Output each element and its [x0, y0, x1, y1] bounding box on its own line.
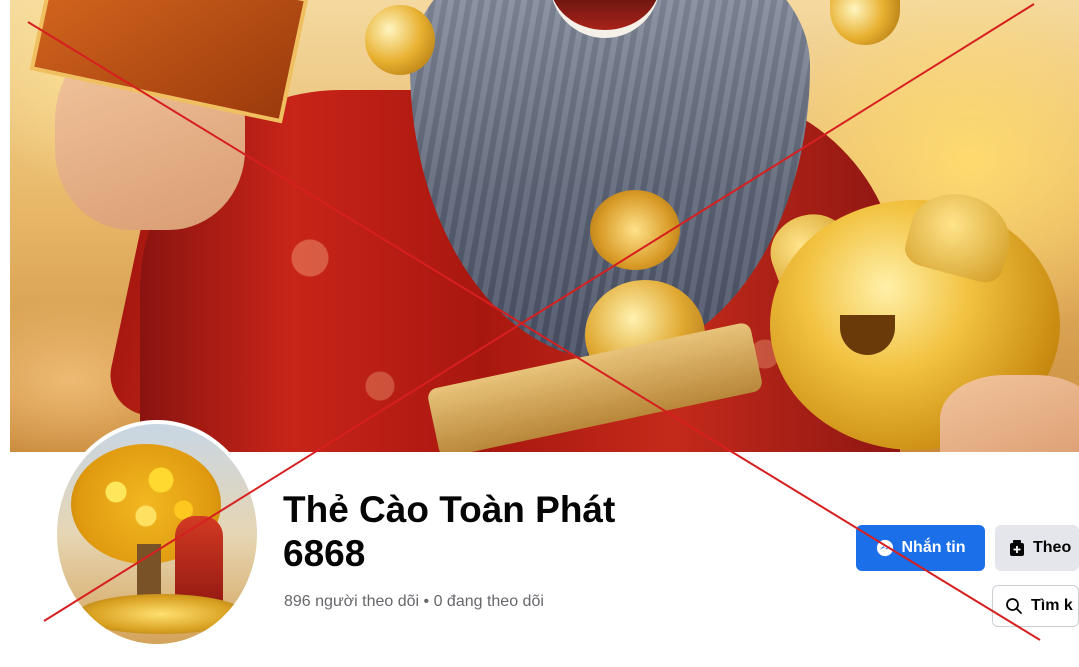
cover-gold-ornament: [365, 5, 435, 75]
follow-button-label: Theo: [1033, 539, 1072, 556]
follow-page-icon: [1009, 539, 1025, 557]
follow-button[interactable]: Theo: [995, 525, 1079, 571]
page-title: Thẻ Cào Toàn Phát 6868: [283, 489, 616, 574]
message-button[interactable]: Nhắn tin: [856, 525, 985, 571]
search-button[interactable]: Tìm k: [992, 585, 1079, 627]
cover-hand: [940, 375, 1079, 452]
follower-count[interactable]: 896 người theo dõi • 0 đang theo dõi: [284, 593, 544, 611]
avatar-gold-pile: [77, 594, 245, 634]
message-button-label: Nhắn tin: [901, 539, 966, 556]
search-button-label: Tìm k: [1031, 597, 1073, 614]
cover-gold-flower: [590, 190, 680, 270]
cover-gold-ornament: [830, 0, 900, 45]
search-icon: [1005, 597, 1023, 615]
profile-avatar[interactable]: [53, 420, 261, 648]
messenger-icon: [876, 539, 894, 557]
cover-photo[interactable]: [10, 0, 1079, 452]
